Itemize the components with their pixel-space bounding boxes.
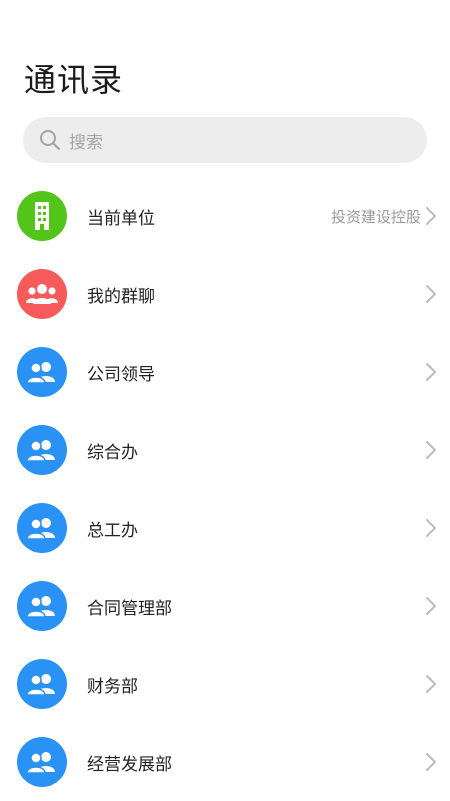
- chevron-right-icon: [425, 674, 437, 694]
- list-item-current-unit[interactable]: 当前单位 投资建设控股: [0, 177, 450, 255]
- list-item-label: 我的群聊: [87, 286, 155, 307]
- group-chat-icon: [17, 269, 67, 319]
- list-item-label: 综合办: [87, 442, 138, 463]
- chevron-right-icon: [425, 206, 437, 226]
- contact-list: 当前单位 投资建设控股 我的群聊 公司领导 综合办 总工办 合同管理部 财务部 …: [0, 177, 450, 801]
- list-item-label: 合同管理部: [87, 598, 172, 619]
- list-item-department[interactable]: 财务部: [0, 645, 450, 723]
- list-item-group-chats[interactable]: 我的群聊: [0, 255, 450, 333]
- list-item-label: 财务部: [87, 676, 138, 697]
- people-icon: [17, 659, 67, 709]
- list-item-label: 当前单位: [87, 208, 155, 229]
- chevron-right-icon: [425, 752, 437, 772]
- chevron-right-icon: [425, 440, 437, 460]
- list-item-value: 投资建设控股: [330, 207, 421, 226]
- building-icon: [17, 191, 67, 241]
- chevron-right-icon: [425, 596, 437, 616]
- list-item-department[interactable]: 公司领导: [0, 333, 450, 411]
- search-icon: [39, 129, 61, 151]
- list-item-label: 经营发展部: [87, 754, 172, 775]
- list-item-label: 公司领导: [87, 364, 155, 385]
- list-item-department[interactable]: 合同管理部: [0, 567, 450, 645]
- search-placeholder: 搜索: [69, 132, 103, 153]
- chevron-right-icon: [425, 362, 437, 382]
- people-icon: [17, 347, 67, 397]
- list-item-department[interactable]: 经营发展部: [0, 723, 450, 801]
- people-icon: [17, 503, 67, 553]
- chevron-right-icon: [425, 518, 437, 538]
- list-item-label: 总工办: [87, 520, 138, 541]
- people-icon: [17, 425, 67, 475]
- list-item-department[interactable]: 总工办: [0, 489, 450, 567]
- people-icon: [17, 581, 67, 631]
- people-icon: [17, 737, 67, 787]
- list-item-department[interactable]: 综合办: [0, 411, 450, 489]
- search-input[interactable]: 搜索: [23, 117, 427, 163]
- chevron-right-icon: [425, 284, 437, 304]
- page-title: 通讯录: [24, 61, 124, 99]
